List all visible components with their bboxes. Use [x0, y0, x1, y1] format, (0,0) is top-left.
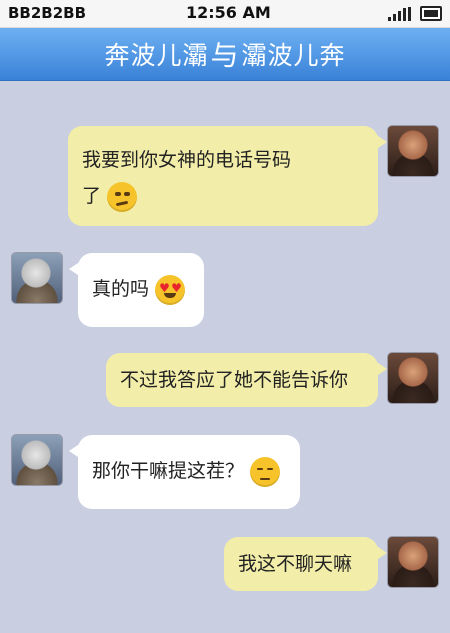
message-text-line2: 了	[82, 178, 364, 214]
message-bubble[interactable]: 我这不聊天嘛	[224, 537, 387, 591]
chat-title-left: 奔波儿灞	[104, 41, 209, 70]
status-time: 12:56 AM	[186, 3, 271, 22]
smirk-emoji-icon	[107, 181, 138, 212]
avatar[interactable]	[12, 435, 62, 485]
chat-title-right: 灞波儿奔	[241, 41, 346, 70]
message-text: 了	[82, 185, 102, 207]
battery-icon	[420, 6, 442, 21]
message-bubble[interactable]: 不过我答应了她不能告诉你	[106, 353, 387, 407]
message-text: 不过我答应了她不能告诉你	[120, 369, 349, 391]
unamused-emoji-icon	[250, 456, 281, 487]
avatar[interactable]	[388, 126, 438, 176]
message-bubble[interactable]: 真的吗 ♥ ♥	[69, 253, 204, 327]
chat-title: 奔波儿灞 与 灞波儿奔	[0, 28, 450, 81]
signal-icon	[388, 7, 414, 21]
message-text: 我这不聊天嘛	[238, 553, 353, 575]
avatar[interactable]	[388, 353, 438, 403]
heart-eyes-emoji-icon: ♥ ♥	[155, 274, 186, 305]
status-bar: BB2B2BB 12:56 AM	[0, 0, 450, 28]
avatar[interactable]	[388, 537, 438, 587]
chat-title-connector: 与	[210, 39, 240, 72]
message-text: 我要到你女神的电话号码	[82, 149, 292, 171]
message-bubble[interactable]: 我要到你女神的电话号码 了	[68, 126, 387, 226]
message-bubble[interactable]: 那你干嘛提这茬？	[69, 435, 300, 509]
message-text: 真的吗	[92, 278, 150, 300]
message-text: 那你干嘛提这茬？	[92, 460, 245, 482]
avatar[interactable]	[12, 253, 62, 303]
carrier-name: BB2B2BB	[8, 4, 87, 22]
